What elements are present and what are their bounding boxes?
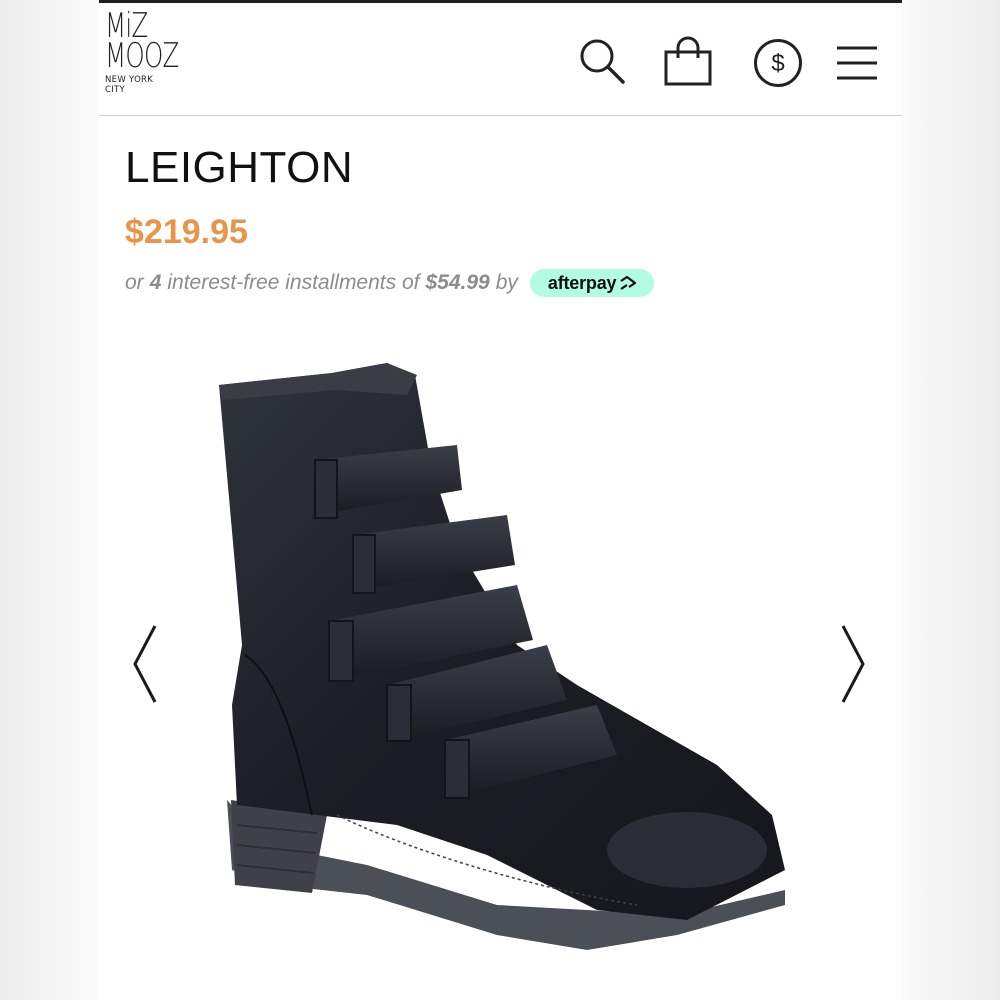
gallery-next-button[interactable] <box>837 622 869 711</box>
shopping-bag-icon <box>664 36 712 86</box>
menu-button[interactable] <box>835 43 879 83</box>
product-image-boot[interactable] <box>217 345 797 990</box>
cart-button[interactable] <box>663 36 715 88</box>
currency-icon: $ <box>754 39 802 87</box>
product-price: $219.95 <box>125 213 248 251</box>
installment-amount: $54.99 <box>425 271 490 294</box>
product-title: LEIGHTON <box>125 143 354 192</box>
menu-icon <box>837 46 877 80</box>
currency-button[interactable]: $ <box>753 38 803 88</box>
svg-text:$: $ <box>771 50 784 77</box>
afterpay-badge[interactable]: afterpay <box>529 269 655 297</box>
chevron-right-icon <box>841 625 865 703</box>
gallery-prev-button[interactable] <box>129 622 161 711</box>
chevron-left-icon <box>133 625 157 703</box>
search-icon <box>580 39 625 84</box>
search-button[interactable] <box>577 37 627 87</box>
site-header: MiZ MOOZ NEW YORK CITY $ <box>99 3 902 116</box>
product-page: MiZ MOOZ NEW YORK CITY $ LEIGHTON $219.9… <box>99 0 902 1000</box>
installments-text: interest-free installments of <box>167 271 420 294</box>
afterpay-arrows-icon <box>620 275 637 290</box>
installments-prefix: or <box>125 271 144 294</box>
installments-info: or 4 interest-free installments of $54.9… <box>125 268 655 298</box>
logo-line-2: MOOZ <box>105 36 179 76</box>
logo-tagline: NEW YORK CITY <box>105 75 154 95</box>
installments-suffix: by <box>495 271 518 294</box>
brand-logo[interactable]: MiZ MOOZ NEW YORK CITY <box>105 9 179 111</box>
afterpay-label: afterpay <box>547 272 617 293</box>
installments-count: 4 <box>149 271 162 294</box>
